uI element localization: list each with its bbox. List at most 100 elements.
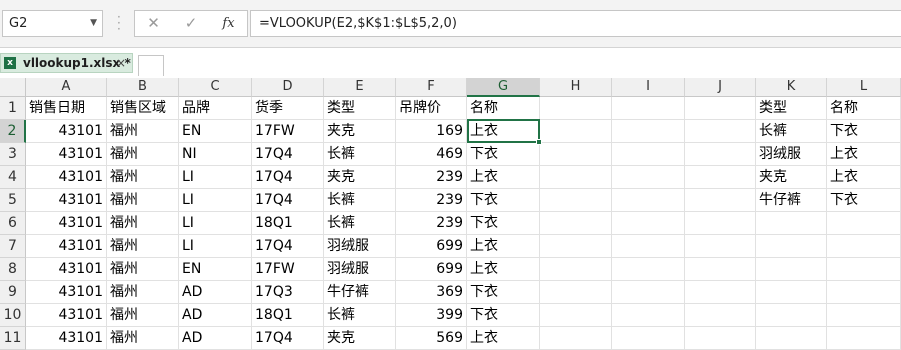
cell-d2[interactable]: 17FW [252, 120, 324, 143]
column-header-g[interactable]: G [467, 78, 540, 97]
column-header-c[interactable]: C [179, 78, 252, 97]
cell-a7[interactable]: 43101 [26, 235, 107, 258]
cell-d5[interactable]: 17Q4 [252, 189, 324, 212]
cell-k1[interactable]: 类型 [756, 97, 827, 120]
cell-d8[interactable]: 17FW [252, 258, 324, 281]
cell-c3[interactable]: NI [179, 143, 252, 166]
cell-i9[interactable] [612, 281, 685, 304]
cell-a1[interactable]: 销售日期 [26, 97, 107, 120]
cell-a10[interactable]: 43101 [26, 304, 107, 327]
cell-i8[interactable] [612, 258, 685, 281]
row-header-4[interactable]: 4 [0, 166, 26, 189]
cell-l9[interactable] [827, 281, 901, 304]
cell-c9[interactable]: AD [179, 281, 252, 304]
cell-k9[interactable] [756, 281, 827, 304]
row-header-11[interactable]: 11 [0, 327, 26, 350]
cell-b5[interactable]: 福州 [107, 189, 179, 212]
cell-l11[interactable] [827, 327, 901, 350]
cell-b7[interactable]: 福州 [107, 235, 179, 258]
cell-h2[interactable] [540, 120, 612, 143]
cell-k10[interactable] [756, 304, 827, 327]
cell-g4[interactable]: 上衣 [467, 166, 540, 189]
column-header-j[interactable]: J [685, 78, 756, 97]
column-header-d[interactable]: D [252, 78, 324, 97]
cell-d1[interactable]: 货季 [252, 97, 324, 120]
cell-k5[interactable]: 牛仔裤 [756, 189, 827, 212]
cell-h7[interactable] [540, 235, 612, 258]
cell-b1[interactable]: 销售区域 [107, 97, 179, 120]
cell-a8[interactable]: 43101 [26, 258, 107, 281]
cell-j5[interactable] [685, 189, 756, 212]
cell-j2[interactable] [685, 120, 756, 143]
cell-g8[interactable]: 上衣 [467, 258, 540, 281]
cell-k3[interactable]: 羽绒服 [756, 143, 827, 166]
cell-c5[interactable]: LI [179, 189, 252, 212]
cell-i11[interactable] [612, 327, 685, 350]
workbook-tab[interactable]: x vllookup1.xlsx * × [0, 53, 133, 73]
cell-e8[interactable]: 羽绒服 [324, 258, 396, 281]
cell-b11[interactable]: 福州 [107, 327, 179, 350]
cell-l6[interactable] [827, 212, 901, 235]
cell-h11[interactable] [540, 327, 612, 350]
cell-g9[interactable]: 下衣 [467, 281, 540, 304]
spreadsheet-grid[interactable]: A B C D E F G H I J K L 1 销售日期 销售区域 品牌 货季 类型 吊牌价 名称 类型 名称 2 431… [0, 78, 901, 350]
cell-d11[interactable]: 17Q4 [252, 327, 324, 350]
cell-j11[interactable] [685, 327, 756, 350]
column-header-a[interactable]: A [26, 78, 107, 97]
row-header-5[interactable]: 5 [0, 189, 26, 212]
cell-f8[interactable]: 699 [396, 258, 467, 281]
row-header-3[interactable]: 3 [0, 143, 26, 166]
row-header-1[interactable]: 1 [0, 97, 26, 120]
cell-j7[interactable] [685, 235, 756, 258]
cell-f4[interactable]: 239 [396, 166, 467, 189]
cell-c4[interactable]: LI [179, 166, 252, 189]
cell-k7[interactable] [756, 235, 827, 258]
row-header-7[interactable]: 7 [0, 235, 26, 258]
cell-i5[interactable] [612, 189, 685, 212]
cell-g7[interactable]: 上衣 [467, 235, 540, 258]
cell-j1[interactable] [685, 97, 756, 120]
cell-b6[interactable]: 福州 [107, 212, 179, 235]
row-header-6[interactable]: 6 [0, 212, 26, 235]
cell-l7[interactable] [827, 235, 901, 258]
cell-f1[interactable]: 吊牌价 [396, 97, 467, 120]
cell-i7[interactable] [612, 235, 685, 258]
cell-e10[interactable]: 长裤 [324, 304, 396, 327]
cell-i3[interactable] [612, 143, 685, 166]
cell-h3[interactable] [540, 143, 612, 166]
cell-g2[interactable]: 上衣 [467, 120, 540, 143]
insert-function-button[interactable]: fx [210, 10, 248, 37]
cell-e5[interactable]: 长裤 [324, 189, 396, 212]
cell-l4[interactable]: 上衣 [827, 166, 901, 189]
cell-h10[interactable] [540, 304, 612, 327]
row-header-8[interactable]: 8 [0, 258, 26, 281]
cell-i10[interactable] [612, 304, 685, 327]
cell-a9[interactable]: 43101 [26, 281, 107, 304]
cell-b2[interactable]: 福州 [107, 120, 179, 143]
chevron-down-icon[interactable]: ▼ [90, 11, 97, 36]
cell-a3[interactable]: 43101 [26, 143, 107, 166]
cell-b8[interactable]: 福州 [107, 258, 179, 281]
formula-input[interactable]: =VLOOKUP(E2,$K$1:$L$5,2,0) [250, 10, 901, 37]
cell-e7[interactable]: 羽绒服 [324, 235, 396, 258]
cell-e9[interactable]: 牛仔裤 [324, 281, 396, 304]
select-all-corner[interactable] [0, 78, 26, 97]
row-header-2[interactable]: 2 [0, 120, 26, 143]
cell-j9[interactable] [685, 281, 756, 304]
fill-handle[interactable] [536, 139, 542, 145]
cell-l3[interactable]: 上衣 [827, 143, 901, 166]
cell-c2[interactable]: EN [179, 120, 252, 143]
cell-g5[interactable]: 下衣 [467, 189, 540, 212]
cell-c7[interactable]: LI [179, 235, 252, 258]
cell-g6[interactable]: 下衣 [467, 212, 540, 235]
cell-k2[interactable]: 长裤 [756, 120, 827, 143]
cell-i2[interactable] [612, 120, 685, 143]
cell-k4[interactable]: 夹克 [756, 166, 827, 189]
cell-l8[interactable] [827, 258, 901, 281]
cell-b10[interactable]: 福州 [107, 304, 179, 327]
cell-g10[interactable]: 下衣 [467, 304, 540, 327]
cell-f11[interactable]: 569 [396, 327, 467, 350]
column-header-l[interactable]: L [827, 78, 901, 97]
cell-b3[interactable]: 福州 [107, 143, 179, 166]
cell-f2[interactable]: 169 [396, 120, 467, 143]
